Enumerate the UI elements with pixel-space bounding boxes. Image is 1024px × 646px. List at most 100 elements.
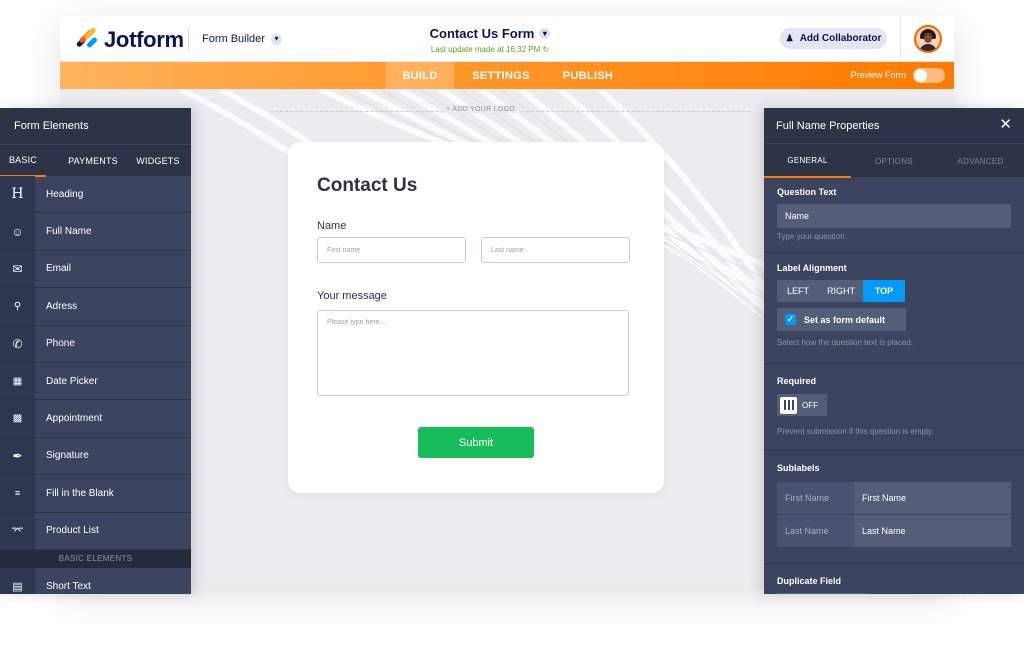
add-collaborator-label: Add Collaborator [799, 33, 882, 44]
element-phone[interactable]: ✆ Phone [0, 325, 191, 363]
element-address[interactable]: ⚲ Adress [0, 288, 191, 326]
calendar-icon: ▦ [0, 362, 35, 400]
tab-payments-label: PAYMENTS [68, 156, 118, 166]
form-heading[interactable]: Contact Us [317, 175, 417, 197]
label-alignment-title: Label Alignment [777, 263, 847, 273]
appointment-icon: ▩ [0, 400, 35, 437]
form-builder-dropdown[interactable]: Form Builder ▾ [202, 33, 282, 45]
element-product-list[interactable]: ⌤ Product List [0, 512, 191, 550]
user-icon: ☺ [0, 213, 35, 250]
preview-form-toggle[interactable] [913, 68, 945, 83]
builder-nav-bar: BUILD SETTINGS PUBLISH Preview Form [60, 62, 954, 89]
jotform-logo-icon [74, 26, 99, 52]
avatar-container [900, 16, 954, 62]
tab-advanced-label: ADVANCED [957, 156, 1004, 166]
top-bar: Jotform Form Builder ▾ Contact Us Form ▾… [60, 16, 954, 62]
tab-options-label: OPTIONS [874, 156, 914, 166]
tab-settings[interactable]: SETTINGS [460, 62, 542, 89]
element-label: Short Text [46, 580, 91, 592]
last-update-status: Last update made at 16:32 PM ↻ [390, 45, 590, 54]
question-text-section: Question Text Name Type your question. [764, 177, 1024, 253]
element-label: Phone [46, 338, 75, 350]
align-top-option[interactable]: TOP [863, 280, 905, 302]
tab-build[interactable]: BUILD [386, 62, 454, 89]
duplicate-field-section: Duplicate Field [764, 564, 1024, 594]
tab-general[interactable]: GENERAL [764, 144, 851, 178]
form-elements-panel: Form Elements BASIC PAYMENTS WIDGETS H H… [0, 108, 191, 594]
element-short-text[interactable]: ▤ Short Text [0, 567, 191, 594]
element-signature[interactable]: ✒ Signature [0, 437, 191, 476]
close-icon[interactable]: ✕ [999, 117, 1012, 132]
form-title-dropdown[interactable]: Contact Us Form ▾ [430, 26, 551, 41]
sublabel-row: First Name First Name [777, 482, 1011, 515]
sublabel-key: Last Name [777, 515, 855, 548]
pen-icon: ✒ [0, 437, 35, 475]
first-name-field[interactable]: First name [317, 237, 466, 263]
tab-settings-label: SETTINGS [472, 69, 530, 82]
cart-icon: ⌤ [0, 512, 35, 549]
align-right-option[interactable]: RIGHT [819, 280, 863, 302]
required-section: Required OFF Prevent submission if this … [764, 364, 1024, 451]
sublabel-last-name-input[interactable]: Last Name [854, 515, 1011, 548]
align-left-option[interactable]: LEFT [777, 280, 819, 302]
element-date-picker[interactable]: ▦ Date Picker [0, 362, 191, 401]
element-fill-in-the-blank[interactable]: ≡ Fill in the Blank [0, 475, 191, 513]
form-builder-label: Form Builder [202, 33, 265, 45]
name-label[interactable]: Name [317, 220, 346, 232]
element-heading[interactable]: H Heading [0, 176, 191, 214]
chevron-down-icon: ▾ [270, 33, 282, 45]
basic-elements-separator: BASIC ELEMENTS [0, 549, 191, 568]
question-text-input[interactable]: Name [777, 204, 1011, 228]
label-alignment-segmented: LEFT RIGHT TOP [777, 280, 1011, 302]
tab-payments[interactable]: PAYMENTS [60, 145, 126, 177]
message-textarea[interactable]: Please type here... [317, 310, 629, 396]
sublabels-section: Sublabels First Name First Name Last Nam… [764, 451, 1024, 564]
tab-publish-label: PUBLISH [562, 69, 614, 82]
sublabel-first-name-input[interactable]: First Name [854, 482, 1011, 515]
add-collaborator-button[interactable]: ♟ Add Collaborator [780, 28, 887, 49]
tab-publish[interactable]: PUBLISH [550, 62, 626, 89]
phone-icon: ✆ [0, 325, 35, 362]
last-update-text: Last update made at 16:32 PM [430, 45, 541, 54]
message-label[interactable]: Your message [317, 290, 387, 302]
tab-general-label: GENERAL [787, 155, 828, 165]
form-card: Contact Us Name First name Last name You… [288, 142, 664, 493]
tab-basic[interactable]: BASIC [0, 145, 46, 177]
sublabels-table: First Name First Name Last Name Last Nam… [777, 482, 1011, 548]
form-elements-tabs: BASIC PAYMENTS WIDGETS [0, 144, 191, 177]
element-email[interactable]: ✉ Email [0, 250, 191, 289]
message-placeholder: Please type here... [327, 319, 386, 326]
tab-advanced[interactable]: ADVANCED [937, 144, 1024, 178]
last-name-placeholder: Last name [491, 246, 524, 254]
required-title: Required [777, 376, 817, 386]
required-toggle[interactable]: OFF [777, 394, 827, 416]
sublabel-row: Last Name Last Name [777, 515, 1011, 548]
brand-logo[interactable]: Jotform [74, 26, 184, 53]
duplicate-field-button[interactable] [777, 593, 867, 594]
set-form-default-checkbox-row[interactable]: ✓ Set as form default [777, 308, 906, 331]
question-text-value: Name [785, 211, 810, 221]
sublabels-title: Sublabels [777, 463, 820, 473]
question-text-hint: Type your question. [777, 232, 847, 241]
duplicate-field-title: Duplicate Field [777, 576, 842, 586]
last-name-field[interactable]: Last name [481, 237, 630, 263]
element-label: Heading [46, 188, 84, 200]
heading-icon: H [0, 176, 35, 213]
element-appointment[interactable]: ▩ Appointment [0, 400, 191, 438]
required-state: OFF [802, 400, 818, 410]
header-divider [188, 28, 189, 50]
tab-options[interactable]: OPTIONS [851, 144, 937, 178]
submit-button[interactable]: Submit [418, 427, 534, 458]
checkbox-checked-icon[interactable]: ✓ [785, 314, 796, 325]
form-elements-title: Form Elements [0, 108, 191, 144]
properties-title: Full Name Properties [776, 119, 880, 132]
element-full-name[interactable]: ☺ Full Name [0, 213, 191, 251]
tab-widgets[interactable]: WIDGETS [132, 145, 184, 177]
first-name-placeholder: First name [327, 246, 361, 254]
user-icon: ♟ [785, 33, 794, 43]
add-logo-link[interactable]: + ADD YOUR LOGO [440, 106, 522, 113]
element-label: Date Picker [46, 375, 98, 387]
avatar[interactable] [913, 25, 942, 53]
set-form-default-label: Set as form default [804, 314, 886, 325]
required-hint: Prevent submission if this question is e… [777, 427, 934, 436]
